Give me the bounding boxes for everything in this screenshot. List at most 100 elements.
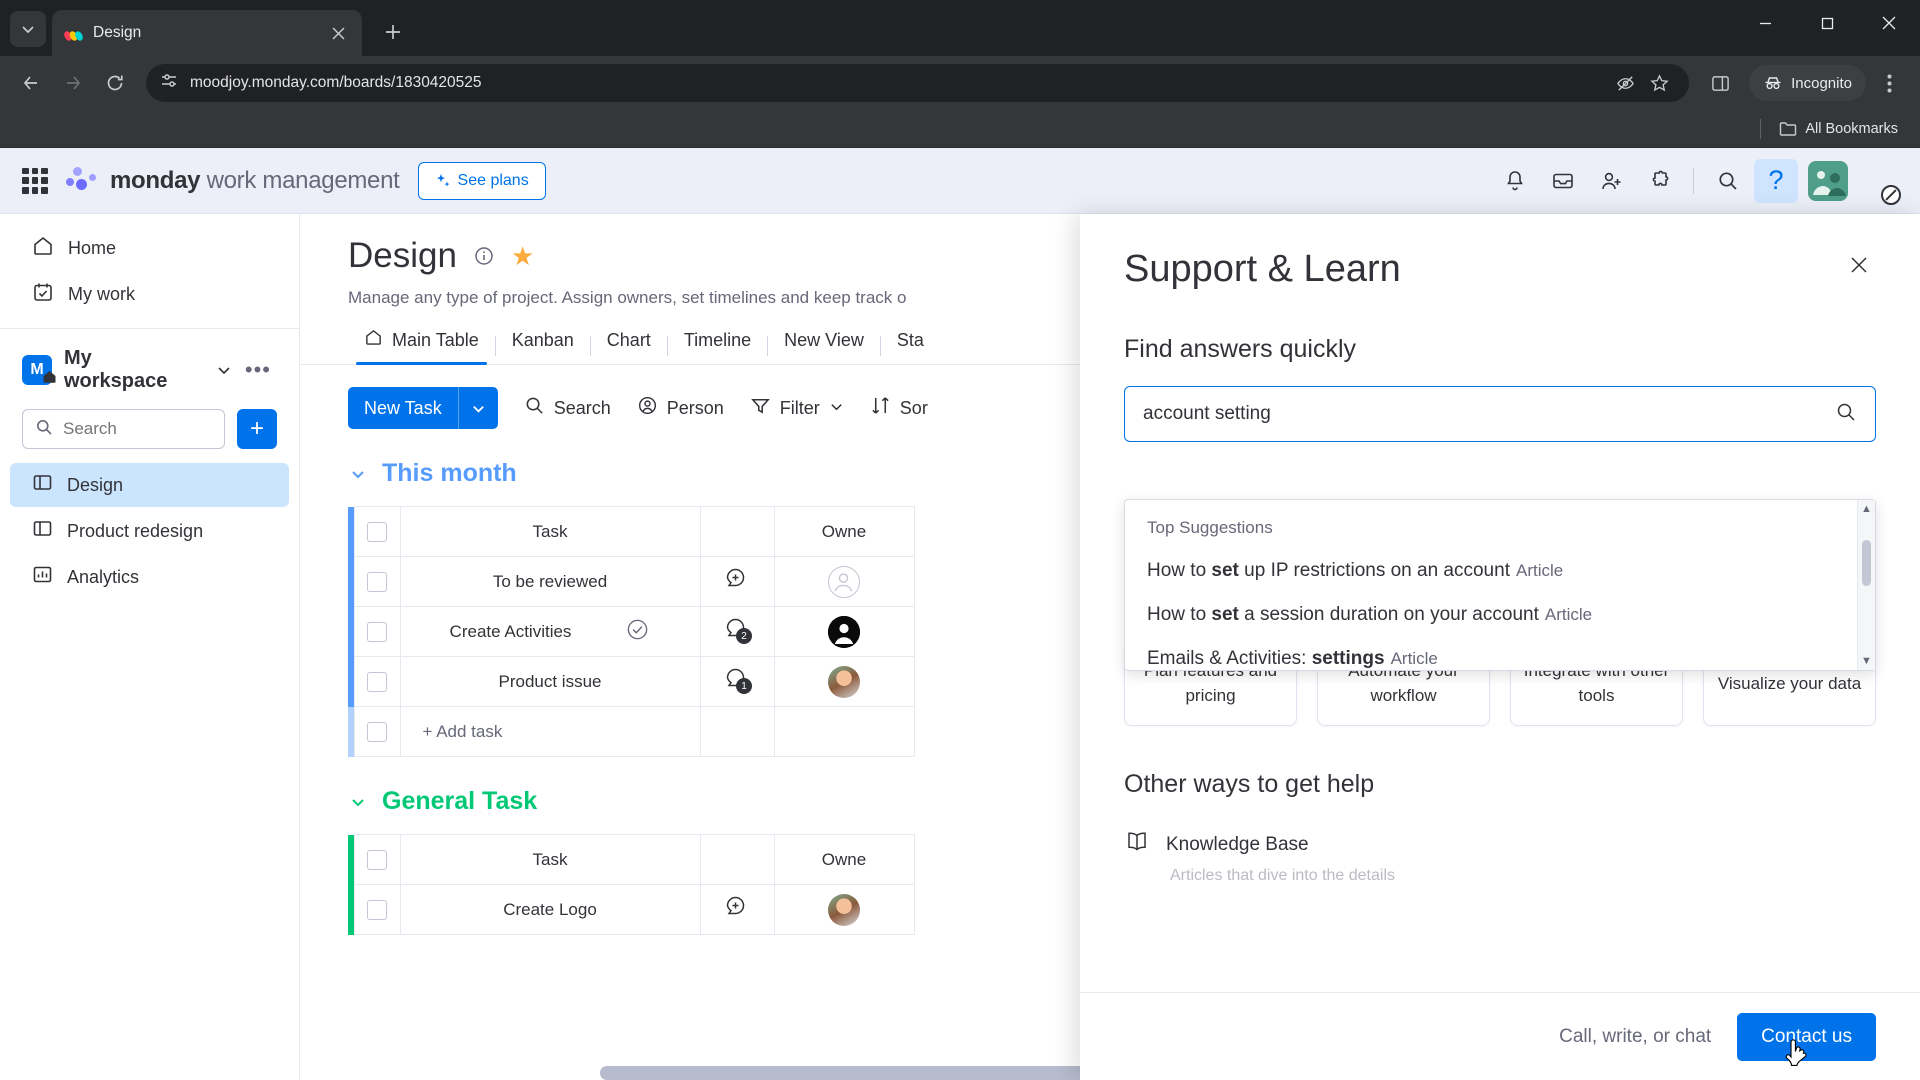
updates-icon[interactable]: 2 bbox=[724, 616, 752, 644]
tracking-protection-icon[interactable] bbox=[1609, 67, 1641, 99]
person-filter-button[interactable]: Person bbox=[637, 395, 724, 421]
sidebar-item-my-work[interactable]: My work bbox=[10, 272, 289, 316]
tab-chart[interactable]: Chart bbox=[591, 330, 667, 363]
sidebar-item-design[interactable]: Design bbox=[10, 463, 289, 507]
help-search-field[interactable] bbox=[1143, 403, 1835, 425]
owner-cell[interactable] bbox=[773, 884, 915, 935]
search-icon[interactable] bbox=[1835, 401, 1857, 428]
column-header-task[interactable]: Task bbox=[399, 834, 701, 885]
task-name-cell[interactable]: Create Logo bbox=[399, 884, 701, 935]
favorite-star-icon[interactable]: ★ bbox=[511, 243, 534, 269]
suggestion-item[interactable]: How to set a session duration on your ac… bbox=[1147, 604, 1835, 626]
minimize-icon[interactable] bbox=[1734, 0, 1796, 46]
table-row[interactable]: To be reviewed bbox=[348, 556, 915, 607]
row-checkbox[interactable] bbox=[367, 571, 387, 592]
task-name-cell[interactable]: To be reviewed bbox=[399, 556, 701, 607]
incognito-indicator[interactable]: Incognito bbox=[1749, 65, 1866, 101]
dropdown-scrollbar[interactable]: ▲ ▼ bbox=[1857, 500, 1875, 670]
add-task-row[interactable]: + Add task bbox=[348, 706, 915, 757]
chevron-down-icon[interactable] bbox=[348, 464, 368, 484]
three-dot-menu-icon[interactable] bbox=[1870, 64, 1908, 102]
done-check-icon[interactable] bbox=[625, 617, 650, 647]
owner-cell[interactable] bbox=[773, 606, 915, 657]
all-bookmarks-button[interactable]: All Bookmarks bbox=[1771, 116, 1906, 142]
maximize-icon[interactable] bbox=[1796, 0, 1858, 46]
chevron-down-icon[interactable] bbox=[829, 398, 844, 419]
board-search-button[interactable]: Search bbox=[524, 395, 611, 421]
select-all-checkbox[interactable] bbox=[367, 849, 387, 870]
chevron-down-icon[interactable] bbox=[215, 361, 233, 379]
apps-grid-icon[interactable] bbox=[22, 167, 48, 194]
table-row[interactable]: Create Logo bbox=[348, 884, 915, 935]
address-bar[interactable]: moodjoy.monday.com/boards/1830420525 bbox=[146, 64, 1690, 102]
reload-icon[interactable] bbox=[96, 64, 134, 102]
row-checkbox[interactable] bbox=[367, 721, 387, 742]
task-name-cell[interactable]: Create Activities bbox=[399, 606, 701, 657]
close-icon[interactable] bbox=[1842, 248, 1876, 282]
knowledge-base-link[interactable]: Knowledge Base bbox=[1124, 829, 1876, 861]
integrations-puzzle-icon[interactable] bbox=[1637, 159, 1681, 203]
add-task-label[interactable]: + Add task bbox=[399, 706, 701, 757]
tab-timeline[interactable]: Timeline bbox=[668, 330, 767, 363]
row-checkbox[interactable] bbox=[367, 899, 387, 920]
workspace-more-icon[interactable]: ••• bbox=[245, 359, 277, 381]
tab-search-icon[interactable] bbox=[10, 11, 46, 47]
search-icon[interactable] bbox=[1706, 159, 1750, 203]
add-board-button[interactable]: + bbox=[237, 409, 277, 449]
monday-logo[interactable]: monday work management bbox=[66, 166, 400, 195]
row-checkbox[interactable] bbox=[367, 671, 387, 692]
filter-button[interactable]: Filter bbox=[750, 395, 844, 421]
help-question-icon[interactable]: ? bbox=[1754, 158, 1798, 203]
updates-cell[interactable]: 1 bbox=[699, 656, 775, 707]
user-avatar[interactable] bbox=[1856, 160, 1901, 205]
updates-cell[interactable] bbox=[699, 556, 775, 607]
updates-icon[interactable]: 1 bbox=[724, 666, 752, 694]
sidebar-search-field[interactable] bbox=[63, 419, 212, 439]
new-tab-icon[interactable] bbox=[376, 15, 410, 49]
task-name-cell[interactable]: Product issue bbox=[399, 656, 701, 707]
scroll-thumb[interactable] bbox=[1862, 540, 1871, 586]
search-input[interactable] bbox=[22, 409, 225, 449]
star-icon[interactable] bbox=[1643, 67, 1675, 99]
table-row[interactable]: Create Activities 2 bbox=[348, 606, 915, 657]
workspace-row[interactable]: M My workspace ••• bbox=[0, 329, 299, 403]
tab-stats[interactable]: Sta bbox=[881, 330, 940, 363]
invite-member-icon[interactable] bbox=[1589, 159, 1633, 203]
add-update-icon[interactable] bbox=[724, 566, 750, 592]
close-icon[interactable] bbox=[326, 21, 350, 45]
owner-cell[interactable] bbox=[773, 656, 915, 707]
browser-tab[interactable]: Design bbox=[52, 10, 362, 56]
sidebar-item-product-redesign[interactable]: Product redesign bbox=[10, 509, 289, 553]
select-all-checkbox[interactable] bbox=[367, 521, 387, 542]
notifications-bell-icon[interactable] bbox=[1493, 159, 1537, 203]
add-update-icon[interactable] bbox=[724, 894, 750, 920]
info-icon[interactable] bbox=[473, 245, 495, 267]
suggestion-item[interactable]: Emails & Activities: settings Article bbox=[1147, 648, 1835, 670]
inbox-icon[interactable] bbox=[1541, 159, 1585, 203]
see-plans-button[interactable]: See plans bbox=[417, 161, 546, 200]
column-header-owner[interactable]: Owne bbox=[773, 506, 915, 557]
sidebar-item-home[interactable]: Home bbox=[10, 226, 289, 270]
sort-button[interactable]: Sor bbox=[870, 395, 928, 421]
updates-cell[interactable] bbox=[699, 884, 775, 935]
team-avatar[interactable] bbox=[1808, 160, 1848, 201]
tab-main-table[interactable]: Main Table bbox=[348, 328, 495, 365]
chevron-down-icon[interactable] bbox=[348, 792, 368, 812]
new-task-button[interactable]: New Task bbox=[348, 387, 498, 429]
suggestion-item[interactable]: How to set up IP restrictions on an acco… bbox=[1147, 560, 1835, 582]
table-row[interactable]: Product issue 1 bbox=[348, 656, 915, 707]
help-search-input[interactable] bbox=[1124, 386, 1876, 442]
forward-arrow-icon[interactable] bbox=[54, 64, 92, 102]
site-settings-icon[interactable] bbox=[160, 72, 178, 95]
owner-cell[interactable] bbox=[773, 556, 915, 607]
column-header-owner[interactable]: Owne bbox=[773, 834, 915, 885]
back-arrow-icon[interactable] bbox=[12, 64, 50, 102]
sidebar-item-analytics[interactable]: Analytics bbox=[10, 555, 289, 599]
contact-us-button[interactable]: Contact us bbox=[1737, 1012, 1876, 1066]
side-panel-icon[interactable] bbox=[1701, 64, 1739, 102]
close-icon[interactable] bbox=[1858, 0, 1920, 46]
tab-kanban[interactable]: Kanban bbox=[496, 330, 590, 363]
tab-new-view[interactable]: New View bbox=[768, 330, 880, 363]
scroll-down-arrow-icon[interactable]: ▼ bbox=[1861, 655, 1872, 667]
column-header-task[interactable]: Task bbox=[399, 506, 701, 557]
